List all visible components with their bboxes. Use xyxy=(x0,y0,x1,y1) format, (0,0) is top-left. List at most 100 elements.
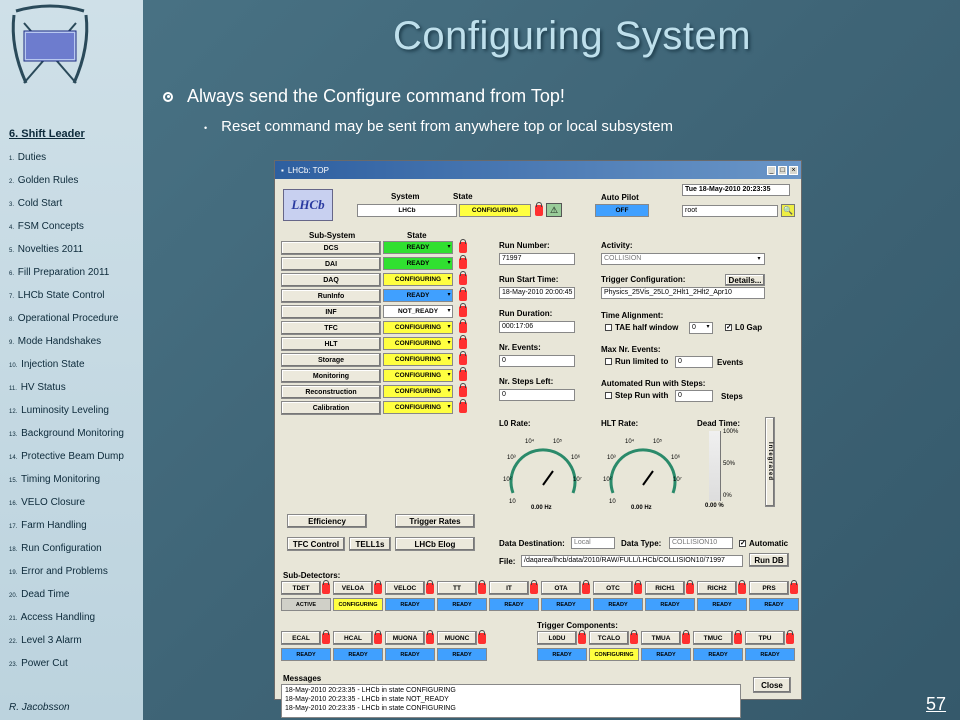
subsystem-state[interactable]: READY xyxy=(383,289,453,302)
detector-name[interactable]: TMUC xyxy=(693,631,733,645)
data-type-select[interactable]: COLLISION10 xyxy=(669,537,733,549)
sidebar-item[interactable]: 17. Farm Handling xyxy=(9,520,143,543)
user-field[interactable]: root xyxy=(682,205,778,217)
lock-icon[interactable] xyxy=(459,367,467,381)
detector-state[interactable]: READY xyxy=(385,648,435,661)
detector-state[interactable]: READY xyxy=(281,648,331,661)
sidebar-item[interactable]: 10. Injection State xyxy=(9,359,143,382)
state-dropdown-icon[interactable]: ▾ xyxy=(445,273,453,286)
detector-name[interactable]: TDET xyxy=(281,581,321,595)
lock-icon[interactable] xyxy=(478,630,486,644)
subsystem-state[interactable]: CONFIGURING xyxy=(383,385,453,398)
lock-icon[interactable] xyxy=(459,239,467,253)
detector-state[interactable]: READY xyxy=(745,648,795,661)
lock-icon[interactable] xyxy=(790,580,798,594)
activity-dropdown-icon[interactable]: ▾ xyxy=(755,253,763,266)
step-run-value[interactable]: 0 xyxy=(675,390,713,402)
detector-state[interactable]: READY xyxy=(645,598,695,611)
lock-icon[interactable] xyxy=(578,630,586,644)
state-dropdown-icon[interactable]: ▾ xyxy=(445,289,453,302)
detector-name[interactable]: L0DU xyxy=(537,631,577,645)
activity-select[interactable]: COLLISION xyxy=(601,253,765,265)
tae-dropdown-icon[interactable]: ▾ xyxy=(704,321,712,334)
detector-name[interactable]: IT xyxy=(489,581,529,595)
detector-name[interactable]: TCALO xyxy=(589,631,629,645)
detector-name[interactable]: RICH1 xyxy=(645,581,685,595)
detector-name[interactable]: TPU xyxy=(745,631,785,645)
detector-name[interactable]: OTC xyxy=(593,581,633,595)
details-button[interactable]: Details... xyxy=(725,274,765,286)
lock-icon[interactable] xyxy=(322,580,330,594)
sidebar-item[interactable]: 12. Luminosity Leveling xyxy=(9,405,143,428)
state-dropdown-icon[interactable]: ▾ xyxy=(445,321,453,334)
subsystem-name[interactable]: HLT xyxy=(281,337,381,351)
detector-state[interactable]: READY xyxy=(385,598,435,611)
subsystem-state[interactable]: CONFIGURING xyxy=(383,353,453,366)
detector-name[interactable]: VELOA xyxy=(333,581,373,595)
state-dropdown-icon[interactable]: ▾ xyxy=(445,369,453,382)
messages-list[interactable]: 18-May-2010 20:23:35 - LHCb in state CON… xyxy=(281,684,741,718)
sidebar-item[interactable]: 9. Mode Handshakes xyxy=(9,336,143,359)
sidebar-item[interactable]: 15. Timing Monitoring xyxy=(9,474,143,497)
lock-icon[interactable] xyxy=(634,580,642,594)
detector-state[interactable]: READY xyxy=(693,648,743,661)
state-dropdown-icon[interactable]: ▾ xyxy=(445,305,453,318)
detector-name[interactable]: RICH2 xyxy=(697,581,737,595)
detector-name[interactable]: MUONA xyxy=(385,631,425,645)
sidebar-item[interactable]: 6. Fill Preparation 2011 xyxy=(9,267,143,290)
sidebar-item[interactable]: 23. Power Cut xyxy=(9,658,143,681)
subsystem-state[interactable]: CONFIGURING xyxy=(383,337,453,350)
subsystem-name[interactable]: RunInfo xyxy=(281,289,381,303)
detector-state[interactable]: READY xyxy=(333,648,383,661)
sidebar-item[interactable]: 14. Protective Beam Dump xyxy=(9,451,143,474)
system-state[interactable]: CONFIGURING xyxy=(459,204,531,217)
detector-name[interactable]: OTA xyxy=(541,581,581,595)
subsystem-state[interactable]: READY xyxy=(383,241,453,254)
efficiency-button[interactable]: Efficiency xyxy=(287,514,367,528)
detector-name[interactable]: TMUA xyxy=(641,631,681,645)
subsystem-name[interactable]: Storage xyxy=(281,353,381,367)
integrated-button[interactable]: Integrated xyxy=(765,417,775,507)
lock-icon[interactable] xyxy=(374,630,382,644)
sidebar-item[interactable]: 16. VELO Closure xyxy=(9,497,143,520)
subsystem-state[interactable]: CONFIGURING xyxy=(383,401,453,414)
lock-icon[interactable] xyxy=(322,630,330,644)
detector-state[interactable]: READY xyxy=(749,598,799,611)
subsystem-state[interactable]: NOT_READY xyxy=(383,305,453,318)
system-lock-icon[interactable] xyxy=(535,202,543,216)
lock-icon[interactable] xyxy=(426,580,434,594)
sidebar-item[interactable]: 3. Cold Start xyxy=(9,198,143,221)
subsystem-name[interactable]: TFC xyxy=(281,321,381,335)
key-icon[interactable]: 🔍 xyxy=(781,204,795,217)
subsystem-name[interactable]: INF xyxy=(281,305,381,319)
minimize-icon[interactable]: _ xyxy=(767,165,776,175)
lock-icon[interactable] xyxy=(459,319,467,333)
sidebar-item[interactable]: 22. Level 3 Alarm xyxy=(9,635,143,658)
lock-icon[interactable] xyxy=(686,580,694,594)
lock-icon[interactable] xyxy=(459,335,467,349)
lock-icon[interactable] xyxy=(734,630,742,644)
detector-state[interactable]: READY xyxy=(537,648,587,661)
state-dropdown-icon[interactable]: ▾ xyxy=(445,257,453,270)
lock-icon[interactable] xyxy=(459,271,467,285)
detector-name[interactable]: VELOC xyxy=(385,581,425,595)
page-number[interactable]: 57 xyxy=(926,694,946,715)
sidebar-item[interactable]: 5. Novelties 2011 xyxy=(9,244,143,267)
state-dropdown-icon[interactable]: ▾ xyxy=(445,401,453,414)
automatic-checkbox[interactable]: ✓ Automatic xyxy=(739,539,788,548)
sidebar-item[interactable]: 8. Operational Procedure xyxy=(9,313,143,336)
detector-name[interactable]: HCAL xyxy=(333,631,373,645)
system-name[interactable]: LHCb xyxy=(357,204,457,217)
trigger-rates-button[interactable]: Trigger Rates xyxy=(395,514,475,528)
lock-icon[interactable] xyxy=(738,580,746,594)
run-db-button[interactable]: Run DB xyxy=(749,553,789,567)
detector-name[interactable]: TT xyxy=(437,581,477,595)
detector-state[interactable]: READY xyxy=(541,598,591,611)
lock-icon[interactable] xyxy=(530,580,538,594)
lock-icon[interactable] xyxy=(459,255,467,269)
lock-icon[interactable] xyxy=(682,630,690,644)
sidebar-item[interactable]: 4. FSM Concepts xyxy=(9,221,143,244)
lock-icon[interactable] xyxy=(459,399,467,413)
l0gap-checkbox[interactable]: ✓ L0 Gap xyxy=(725,323,762,332)
autopilot-state[interactable]: OFF xyxy=(595,204,649,217)
